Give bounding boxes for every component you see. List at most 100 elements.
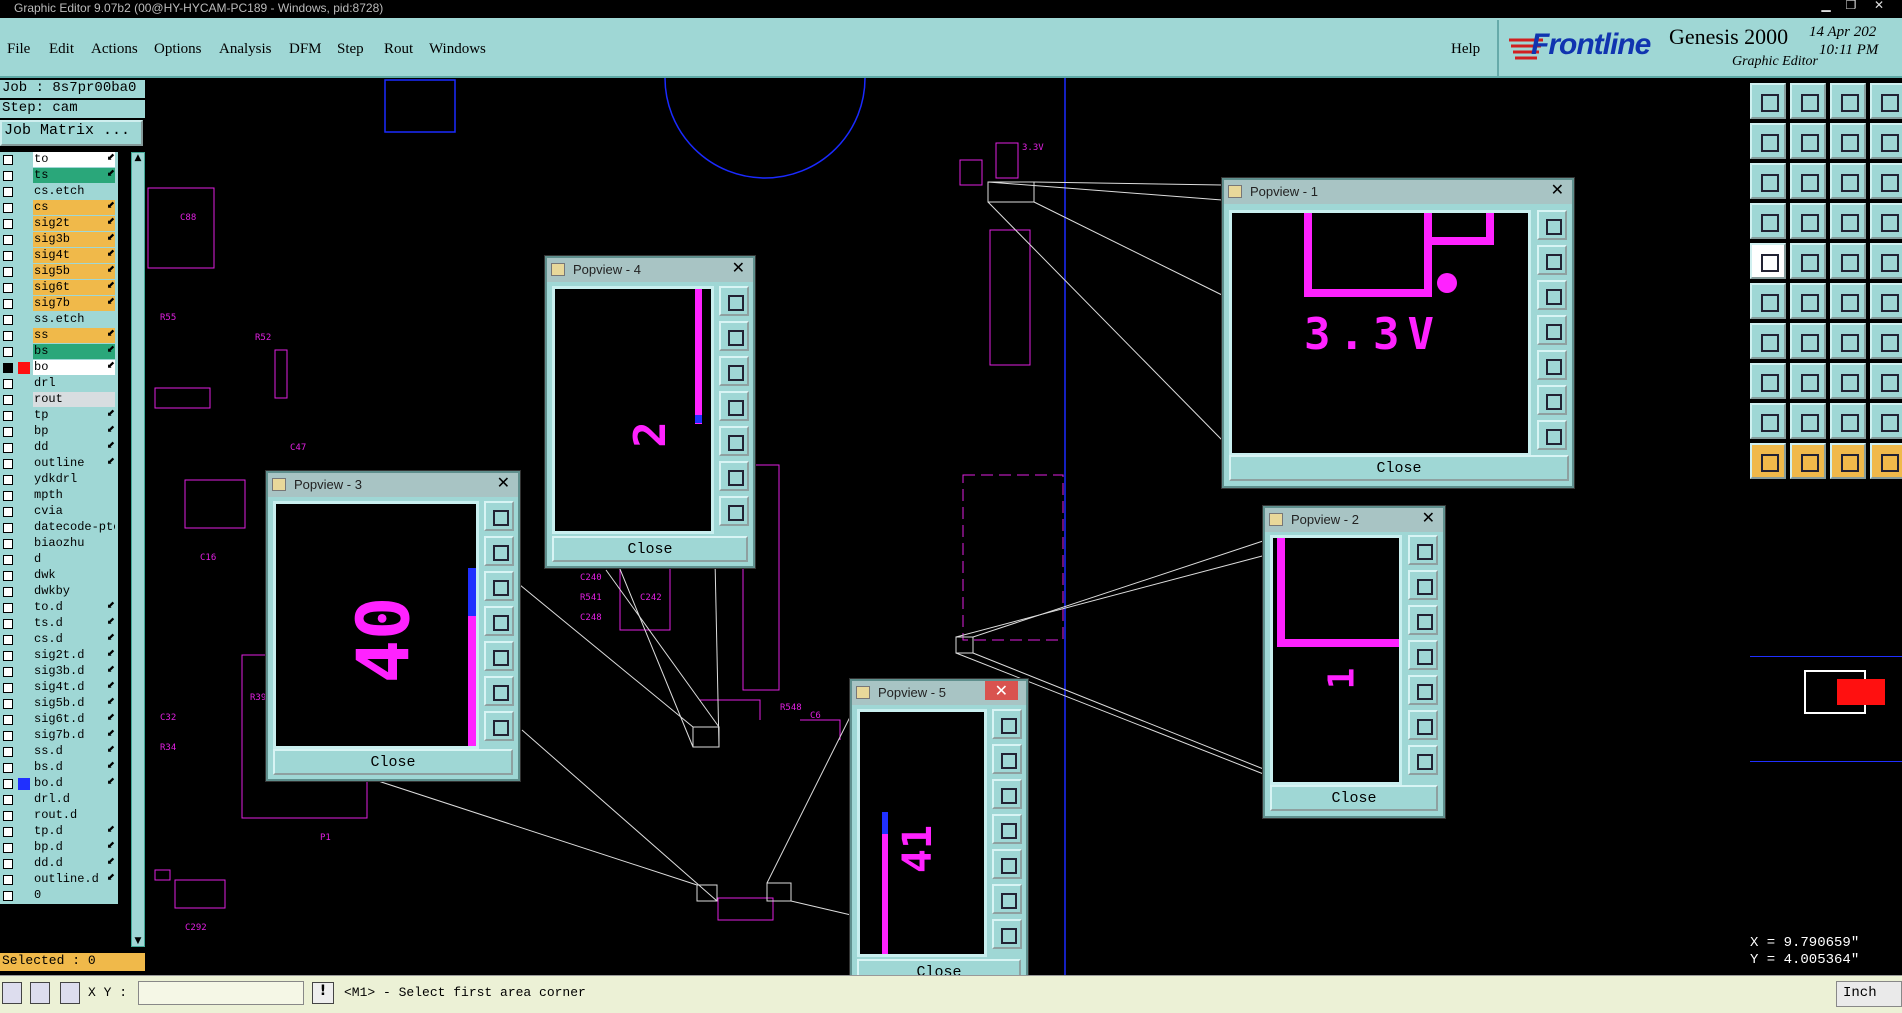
layer-checkbox[interactable] — [3, 171, 13, 181]
layer-name[interactable]: bs — [33, 344, 115, 359]
toolbar-tool-icon[interactable] — [1870, 443, 1902, 479]
toolbar-tool-icon[interactable] — [1870, 283, 1902, 319]
layer-affected-icon[interactable]: ⬋ — [107, 168, 115, 179]
toolbar-tool-icon[interactable] — [1830, 443, 1866, 479]
layer-name[interactable]: cvia — [33, 504, 115, 519]
popview-5-close-icon[interactable]: ✕ — [984, 681, 1018, 700]
layer-row[interactable]: ts ⬋ — [0, 168, 118, 184]
layer-affected-icon[interactable]: ⬋ — [107, 696, 115, 707]
layer-affected-icon[interactable]: ⬋ — [107, 680, 115, 691]
toolbar-tool-icon[interactable] — [1790, 323, 1826, 359]
toolbar-tool-icon[interactable] — [1830, 323, 1866, 359]
toolbar-tool-icon[interactable] — [1790, 283, 1826, 319]
layer-affected-icon[interactable]: ⬋ — [107, 648, 115, 659]
pan-right-icon[interactable] — [719, 426, 749, 456]
layer-name[interactable]: ss — [33, 328, 115, 343]
layer-name[interactable]: sig2t — [33, 216, 115, 231]
layer-affected-icon[interactable]: ⬋ — [107, 616, 115, 627]
layer-checkbox[interactable] — [3, 283, 13, 293]
layer-affected-icon[interactable]: ⬋ — [107, 744, 115, 755]
layer-checkbox[interactable] — [3, 203, 13, 213]
menu-windows[interactable]: Windows — [429, 41, 486, 58]
layer-row[interactable]: sig3b.d ⬋ — [0, 664, 118, 680]
toolbar-tool-icon[interactable] — [1830, 123, 1866, 159]
layer-checkbox[interactable] — [3, 747, 13, 757]
layer-row[interactable]: drl — [0, 376, 118, 392]
zoom-fit-icon[interactable] — [992, 709, 1022, 739]
layer-name[interactable]: ydkdrl — [33, 472, 115, 487]
layer-checkbox[interactable] — [3, 523, 13, 533]
layer-affected-icon[interactable]: ⬋ — [107, 456, 115, 467]
layer-checkbox[interactable] — [3, 267, 13, 277]
layer-row[interactable]: rout.d — [0, 808, 118, 824]
layer-checkbox[interactable] — [3, 555, 13, 565]
layer-checkbox[interactable] — [3, 395, 13, 405]
layer-name[interactable]: ss.etch — [33, 312, 115, 327]
toolbar-tool-icon[interactable] — [1750, 163, 1786, 199]
menu-actions[interactable]: Actions — [91, 41, 138, 58]
layer-row[interactable]: dd ⬋ — [0, 440, 118, 456]
layer-row[interactable]: sig4t ⬋ — [0, 248, 118, 264]
menu-analysis[interactable]: Analysis — [219, 41, 272, 58]
layer-row[interactable]: bs.d ⬋ — [0, 760, 118, 776]
layer-row[interactable]: sig2t.d ⬋ — [0, 648, 118, 664]
layer-affected-icon[interactable]: ⬋ — [107, 296, 115, 307]
layer-row[interactable]: cs ⬋ — [0, 200, 118, 216]
layer-checkbox[interactable] — [3, 715, 13, 725]
layer-row[interactable]: drl.d — [0, 792, 118, 808]
toolbar-tool-icon[interactable] — [1790, 203, 1826, 239]
zoom-fit-icon[interactable] — [719, 286, 749, 316]
toolbar-tool-icon[interactable] — [1830, 163, 1866, 199]
layer-scrollbar[interactable]: ▲ ▼ — [131, 152, 145, 947]
popview-4-titlebar[interactable]: Popview - 4 — [547, 258, 753, 282]
layer-affected-icon[interactable]: ⬋ — [107, 328, 115, 339]
layer-affected-icon[interactable]: ⬋ — [107, 856, 115, 867]
layer-name[interactable]: drl — [33, 376, 115, 391]
layer-checkbox[interactable] — [3, 475, 13, 485]
layer-row[interactable]: tp ⬋ — [0, 408, 118, 424]
layer-row[interactable]: bo.d ⬋ — [0, 776, 118, 792]
toolbar-tool-icon[interactable] — [1870, 123, 1902, 159]
toolbar-tool-icon[interactable] — [1750, 83, 1786, 119]
layer-checkbox[interactable] — [3, 635, 13, 645]
layer-name[interactable]: mpth — [33, 488, 115, 503]
layer-name[interactable]: ts — [33, 168, 115, 183]
popview-3-close-button[interactable]: Close — [273, 749, 513, 775]
pan-left-icon[interactable] — [1537, 315, 1567, 345]
layer-checkbox[interactable] — [3, 219, 13, 229]
layer-name[interactable]: cs — [33, 200, 115, 215]
minimize-icon[interactable]: ▁ — [1815, 0, 1837, 14]
layer-name[interactable]: sig2t.d — [33, 648, 115, 663]
layer-name[interactable]: cs.etch — [33, 184, 115, 199]
layer-affected-icon[interactable]: ⬋ — [107, 216, 115, 227]
layer-row[interactable]: bp.d ⬋ — [0, 840, 118, 856]
toolbar-tool-icon[interactable] — [1870, 243, 1902, 279]
layer-row[interactable]: bs ⬋ — [0, 344, 118, 360]
pan-down-icon[interactable] — [1537, 280, 1567, 310]
layer-affected-icon[interactable]: ⬋ — [107, 264, 115, 275]
job-matrix-button[interactable]: Job Matrix ... — [0, 120, 143, 146]
toolbar-tool-icon[interactable] — [1870, 403, 1902, 439]
snap-tool-icon[interactable] — [30, 982, 50, 1004]
popview-2-close-icon[interactable]: ✕ — [1422, 508, 1435, 527]
layer-name[interactable]: to — [33, 152, 115, 167]
layer-affected-icon[interactable]: ⬋ — [107, 632, 115, 643]
layer-checkbox[interactable] — [3, 347, 13, 357]
layer-name[interactable]: cs.d — [33, 632, 115, 647]
layer-checkbox[interactable] — [3, 251, 13, 261]
layer-name[interactable]: dd.d — [33, 856, 115, 871]
layer-row[interactable]: ss.etch — [0, 312, 118, 328]
zoom-in-icon[interactable] — [1537, 385, 1567, 415]
layer-name[interactable]: tp.d — [33, 824, 115, 839]
layer-row[interactable]: to ⬋ — [0, 152, 118, 168]
toolbar-tool-icon[interactable] — [1830, 403, 1866, 439]
pan-up-icon[interactable] — [1537, 245, 1567, 275]
popview-4-close-button[interactable]: Close — [552, 536, 748, 562]
layer-name[interactable]: bo.d — [33, 776, 115, 791]
layer-row[interactable]: sig6t ⬋ — [0, 280, 118, 296]
toolbar-tool-icon[interactable] — [1750, 363, 1786, 399]
layer-checkbox[interactable] — [3, 683, 13, 693]
layer-row[interactable]: ss ⬋ — [0, 328, 118, 344]
layer-name[interactable]: dd — [33, 440, 115, 455]
toolbar-tool-icon[interactable] — [1870, 83, 1902, 119]
